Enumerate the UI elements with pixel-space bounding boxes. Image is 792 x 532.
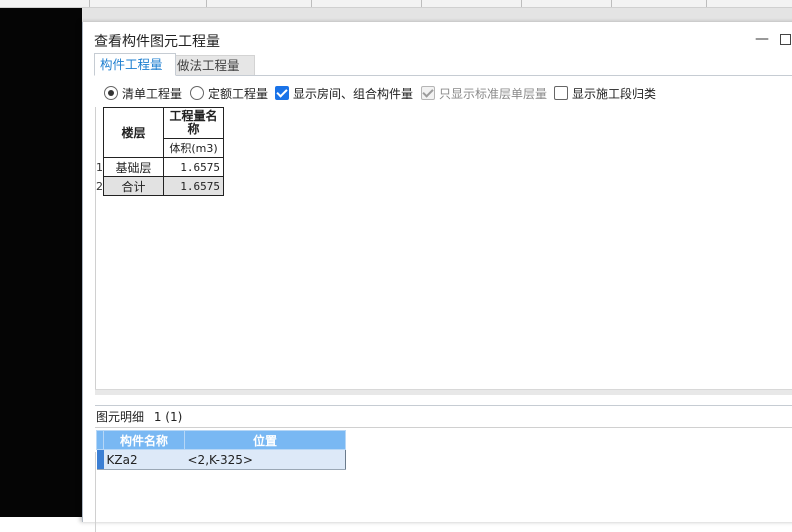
- volume-unit-header: 体积(m3): [163, 138, 224, 158]
- detail-title-label: 图元明细: [96, 410, 145, 424]
- radio-quota-label: 定额工程量: [208, 87, 269, 101]
- row-selector[interactable]: [96, 449, 104, 470]
- background-toolbar: [0, 0, 792, 8]
- radio-checked-icon[interactable]: [104, 86, 118, 100]
- component-name-cell[interactable]: KZa2: [103, 449, 185, 470]
- radio-bill-label: 清单工程量: [122, 87, 183, 101]
- table-row-total[interactable]: 2 合计 1.6575: [96, 176, 224, 196]
- radio-bill-quantity[interactable]: 清单工程量: [104, 85, 182, 103]
- check-construction-segment[interactable]: 显示施工段归类: [554, 85, 656, 103]
- table-row[interactable]: 1 基础层 1.6575: [96, 157, 224, 177]
- horizontal-scrollbar[interactable]: [95, 389, 792, 395]
- row-number: 1: [96, 157, 104, 177]
- detail-count: 1 (1): [153, 410, 183, 424]
- component-name-header[interactable]: 构件名称: [103, 430, 185, 450]
- detail-divider: [95, 427, 792, 428]
- radio-quota-quantity[interactable]: 定额工程量: [190, 85, 268, 103]
- background-canvas: [0, 8, 82, 517]
- check-room-quantity[interactable]: 显示房间、组合构件量: [275, 85, 413, 103]
- minimize-button[interactable]: —: [755, 31, 769, 47]
- check-room-label: 显示房间、组合构件量: [293, 87, 414, 101]
- checkbox-disabled-icon: [421, 86, 435, 100]
- maximize-button[interactable]: [780, 34, 791, 45]
- detail-row[interactable]: KZa2 <2,K-325>: [96, 449, 346, 470]
- check-segment-label: 显示施工段归类: [572, 87, 657, 101]
- total-volume-cell[interactable]: 1.6575: [163, 176, 224, 196]
- element-detail-table: 构件名称 位置 KZa2 <2,K-325>: [96, 430, 346, 470]
- floor-column-header: 楼层: [103, 107, 164, 158]
- quantity-dialog: 查看构件图元工程量 — 构件工程量 做法工程量 清单工程量 定额工程量 显示房间…: [82, 22, 792, 532]
- detail-area-border: [95, 452, 96, 532]
- quantity-grid-area: 楼层 工程量名称 体积(m3) 1 基础层 1.6575 2 合计 1.6575: [95, 107, 792, 392]
- total-label-cell[interactable]: 合计: [103, 176, 164, 196]
- position-cell[interactable]: <2,K-325>: [184, 449, 346, 470]
- check-standard-label: 只显示标准层单层量: [439, 87, 548, 101]
- tab-component-quantity[interactable]: 构件工程量: [94, 53, 176, 76]
- check-standard-floor: 只显示标准层单层量: [421, 85, 547, 103]
- tab-method-quantity[interactable]: 做法工程量: [171, 55, 255, 76]
- volume-cell[interactable]: 1.6575: [163, 157, 224, 177]
- quantity-table: 楼层 工程量名称 体积(m3) 1 基础层 1.6575 2 合计 1.6575: [96, 107, 224, 196]
- quantity-name-header: 工程量名称: [163, 107, 224, 139]
- position-header[interactable]: 位置: [184, 430, 346, 450]
- floor-cell[interactable]: 基础层: [103, 157, 164, 177]
- checkbox-unchecked-icon[interactable]: [554, 86, 568, 100]
- detail-section-title: 图元明细 1 (1): [96, 408, 182, 425]
- detail-corner-header: [96, 430, 104, 450]
- dialog-title: 查看构件图元工程量: [94, 34, 220, 50]
- tab-divider: [94, 75, 792, 76]
- checkbox-checked-icon[interactable]: [275, 86, 289, 100]
- section-divider: [95, 405, 792, 406]
- row-number: 2: [96, 176, 104, 196]
- background-panel: [82, 8, 792, 22]
- row-header-blank: [96, 107, 104, 158]
- options-row: 清单工程量 定额工程量 显示房间、组合构件量 只显示标准层单层量 显示施工段归类: [104, 85, 792, 103]
- radio-unchecked-icon[interactable]: [190, 86, 204, 100]
